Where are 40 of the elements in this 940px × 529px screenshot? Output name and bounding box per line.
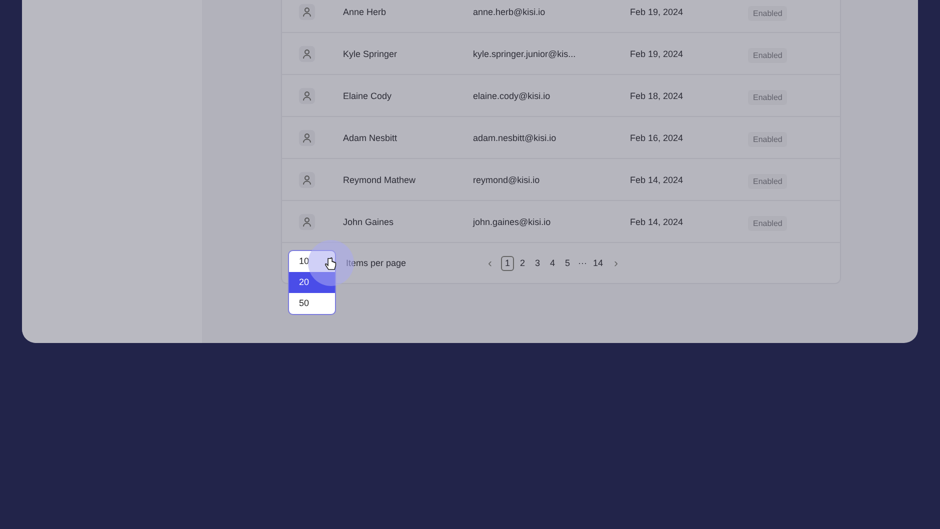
page-button[interactable]: 3 <box>531 256 544 270</box>
page-button[interactable]: 1 <box>501 256 514 270</box>
user-name: Adam Nesbitt <box>343 132 398 142</box>
dropdown-option[interactable]: 20 <box>289 272 335 293</box>
page-button[interactable]: ··· <box>576 256 589 270</box>
status-badge: Enabled <box>748 6 788 20</box>
dropdown-option[interactable]: 50 <box>289 293 335 314</box>
items-per-page-label: Items per page <box>346 258 408 268</box>
user-email: kyle.springer.junior@kis... <box>473 48 577 58</box>
page-button[interactable]: 5 <box>561 256 574 270</box>
date-cell-text: Feb 19, 2024 <box>630 48 684 58</box>
user-email: adam.nesbitt@kisi.io <box>473 132 558 142</box>
user-name: Kyle Springer <box>343 48 398 58</box>
status-badge: Enabled <box>748 216 788 230</box>
user-icon <box>299 172 315 188</box>
user-icon <box>299 214 315 230</box>
user-icon <box>299 46 315 62</box>
user-name: John Gaines <box>343 216 395 226</box>
user-name: Anne Herb <box>343 6 388 16</box>
user-email: john.gaines@kisi.io <box>473 216 552 226</box>
date-cell-text: Feb 16, 2024 <box>630 132 684 142</box>
user-name: Reymond Mathew <box>343 174 417 184</box>
user-icon <box>299 4 315 20</box>
date-cell-text: Feb 19, 2024 <box>630 6 684 16</box>
date-cell-text: Feb 18, 2024 <box>630 90 684 100</box>
date-cell-text: Feb 14, 2024 <box>630 216 684 226</box>
status-badge: Enabled <box>748 90 788 104</box>
status-badge: Enabled <box>748 132 788 146</box>
user-email: reymond@kisi.io <box>473 174 541 184</box>
user-email: elaine.cody@kisi.io <box>473 90 552 100</box>
page-button[interactable]: 4 <box>546 256 559 270</box>
status-badge: Enabled <box>748 174 788 188</box>
page-button[interactable]: 2 <box>516 256 529 270</box>
user-icon <box>299 130 315 146</box>
user-email: anne.herb@kisi.io <box>473 6 546 16</box>
date-cell-text: Feb 14, 2024 <box>630 174 684 184</box>
user-icon <box>299 88 315 104</box>
page-button[interactable]: 14 <box>591 256 606 270</box>
status-badge: Enabled <box>748 48 788 62</box>
user-name: Elaine Cody <box>343 90 393 100</box>
